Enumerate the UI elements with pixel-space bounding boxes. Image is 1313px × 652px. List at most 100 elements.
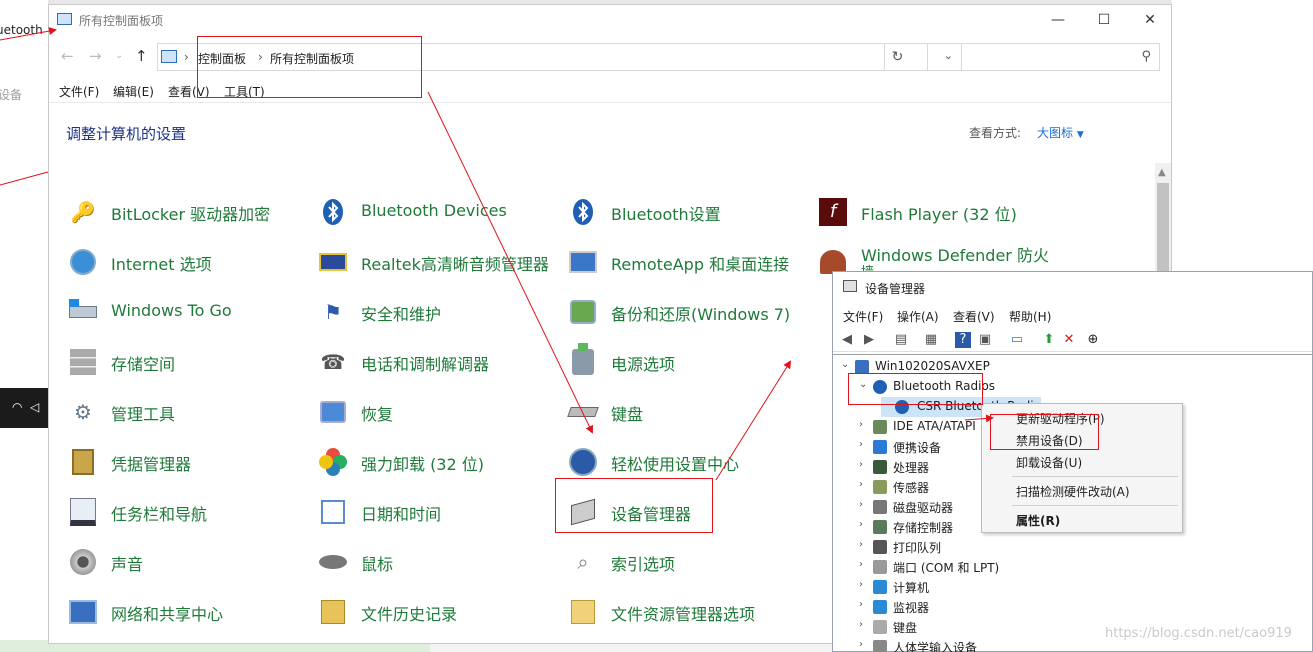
menu-item-scan-hardware[interactable]: 扫描检测硬件改动(A) [1016,483,1130,500]
menu-item-properties[interactable]: 属性(R) [1016,512,1060,529]
cp-item-label[interactable]: 日期和时间 [361,501,441,525]
cp-item-power-options[interactable]: 电源选项 [567,343,797,378]
up-arrow-icon[interactable]: ↑ [135,47,148,65]
cp-item-file-history[interactable]: 文件历史记录 [317,594,547,628]
forward-arrow-icon[interactable]: → [89,47,102,65]
search-input[interactable]: ⚲ [927,43,1160,71]
cp-item-label[interactable]: BitLocker 驱动器加密 [111,201,270,225]
cp-item-label[interactable]: 存储空间 [111,351,175,375]
monitor-icon[interactable]: ▭ [1009,332,1025,348]
chevron-right-icon[interactable]: › [859,639,871,650]
refresh-button[interactable]: ↻ [884,44,910,70]
menu-item-uninstall-device[interactable]: 卸载设备(U) [1016,454,1082,471]
chevron-right-icon[interactable]: › [859,539,871,550]
cp-item-label[interactable]: 索引选项 [611,551,675,575]
chevron-right-icon[interactable]: › [859,479,871,490]
cp-item-label[interactable]: Windows Defender 防火 [861,242,1049,266]
back-arrow-icon[interactable]: ← [61,47,74,65]
menu-action[interactable]: 操作(A) [897,308,939,325]
cp-item-label[interactable]: 电源选项 [611,351,675,375]
scroll-up-icon[interactable]: ▲ [1158,167,1166,178]
chevron-right-icon[interactable]: › [859,599,871,610]
cp-item-label-wrap[interactable]: 墙 [861,261,874,271]
cp-item-label[interactable]: 声音 [111,551,143,575]
cp-item-recovery[interactable]: 恢复 [317,394,547,428]
chevron-right-icon[interactable]: › [859,459,871,470]
cp-item-credential-manager[interactable]: 凭据管理器 [67,444,297,478]
wifi-icon[interactable]: ◠ [12,400,22,414]
view-by-dropdown[interactable]: 大图标 ▼ [1037,124,1084,141]
chevron-down-icon[interactable]: ▼ [1077,130,1084,140]
chevron-right-icon[interactable]: › [859,619,871,630]
maximize-button[interactable]: ☐ [1081,5,1127,35]
recent-dropdown-icon[interactable]: ⌄ [115,50,123,61]
volume-icon[interactable]: ◁ [30,400,39,414]
menu-view[interactable]: 查看(V) [953,308,995,325]
tree-category[interactable]: › 监视器 [859,597,1159,617]
cp-item-backup-restore[interactable]: 备份和还原(Windows 7) [567,294,807,328]
chevron-right-icon[interactable]: › [859,519,871,530]
cp-item-label[interactable]: 网络和共享中心 [111,601,223,625]
cp-item-label[interactable]: 管理工具 [111,401,175,425]
cp-item-label[interactable]: Internet 选项 [111,251,212,275]
cp-item-flash-player[interactable]: f Flash Player (32 位) [817,194,1047,228]
cp-item-ease-of-access[interactable]: 轻松使用设置中心 [567,444,807,478]
chevron-right-icon[interactable]: › [859,439,871,450]
menu-help[interactable]: 帮助(H) [1009,308,1051,325]
cp-item-internet-options[interactable]: Internet 选项 [67,244,297,278]
cp-item-label[interactable]: 文件资源管理器选项 [611,601,755,625]
tree-category[interactable]: › 端口 (COM 和 LPT) [859,557,1159,577]
cp-item-label[interactable]: 安全和维护 [361,301,441,325]
menu-file[interactable]: 文件(F) [843,308,883,325]
cp-item-label[interactable]: 轻松使用设置中心 [611,451,739,475]
cp-item-label[interactable]: 任务栏和导航 [111,501,207,525]
cp-item-indexing[interactable]: ⌕ 索引选项 [567,544,797,578]
chevron-right-icon[interactable]: › [859,559,871,570]
chevron-right-icon[interactable]: › [184,50,189,64]
properties-icon[interactable]: ▤ [893,332,909,348]
back-arrow-icon[interactable]: ◀ [839,332,855,348]
cp-item-taskbar[interactable]: 任务栏和导航 [67,494,297,528]
close-button[interactable]: ✕ [1127,5,1173,35]
cp-item-bluetooth-devices[interactable]: Bluetooth Devices [317,194,547,228]
forward-arrow-icon[interactable]: ▶ [861,332,877,348]
view-by-value[interactable]: 大图标 [1037,126,1073,140]
cp-item-label[interactable]: Bluetooth设置 [611,201,721,225]
cp-item-label[interactable]: 键盘 [611,401,643,425]
update-driver-icon[interactable]: ⬆ [1041,332,1057,348]
chevron-down-icon[interactable]: ⌄ [841,359,853,370]
list-icon[interactable]: ▦ [923,332,939,348]
cp-item-label[interactable]: 强力卸载 (32 位) [361,451,484,475]
cp-item-mouse[interactable]: 鼠标 [317,544,547,578]
scrollbar-thumb[interactable] [1157,183,1169,278]
cp-item-keyboard[interactable]: 键盘 [567,394,797,428]
cp-item-network-sharing[interactable]: 网络和共享中心 [67,594,297,628]
cp-item-label[interactable]: 凭据管理器 [111,451,191,475]
cp-item-windows-to-go[interactable]: Windows To Go [67,294,297,328]
cp-item-admin-tools[interactable]: ⚙ 管理工具 [67,394,297,428]
uninstall-icon[interactable]: ✕ [1061,332,1077,348]
disable-icon[interactable]: ⊕ [1085,332,1101,348]
chevron-right-icon[interactable]: › [859,579,871,590]
chevron-right-icon[interactable]: › [859,419,871,430]
tree-category[interactable]: › 计算机 [859,577,1159,597]
minimize-button[interactable]: — [1035,5,1081,35]
cp-item-label[interactable]: 文件历史记录 [361,601,457,625]
menu-file[interactable]: 文件(F) [59,83,99,100]
chevron-right-icon[interactable]: › [859,499,871,510]
cp-item-label[interactable]: Realtek高清晰音频管理器 [361,251,549,275]
cp-item-date-time[interactable]: 日期和时间 [317,494,547,528]
search-icon[interactable]: ⚲ [1141,49,1151,64]
tree-category[interactable]: › 打印队列 [859,537,1159,557]
cp-item-remoteapp[interactable]: RemoteApp 和桌面连接 [567,244,807,278]
cp-item-realtek[interactable]: Realtek高清晰音频管理器 [317,244,557,278]
cp-item-uninstaller[interactable]: 强力卸载 (32 位) [317,444,547,478]
cp-item-folder-options[interactable]: 文件资源管理器选项 [567,594,807,628]
menu-edit[interactable]: 编辑(E) [113,83,154,100]
cp-item-storage-spaces[interactable]: 存储空间 [67,344,297,378]
cp-item-label[interactable]: 鼠标 [361,551,393,575]
cp-item-security-maintenance[interactable]: ⚑ 安全和维护 [317,294,547,328]
cp-item-label[interactable]: Bluetooth Devices [361,201,507,220]
cp-item-label[interactable]: RemoteApp 和桌面连接 [611,251,789,275]
cp-item-phone-modem[interactable]: ☎ 电话和调制解调器 [317,344,547,378]
